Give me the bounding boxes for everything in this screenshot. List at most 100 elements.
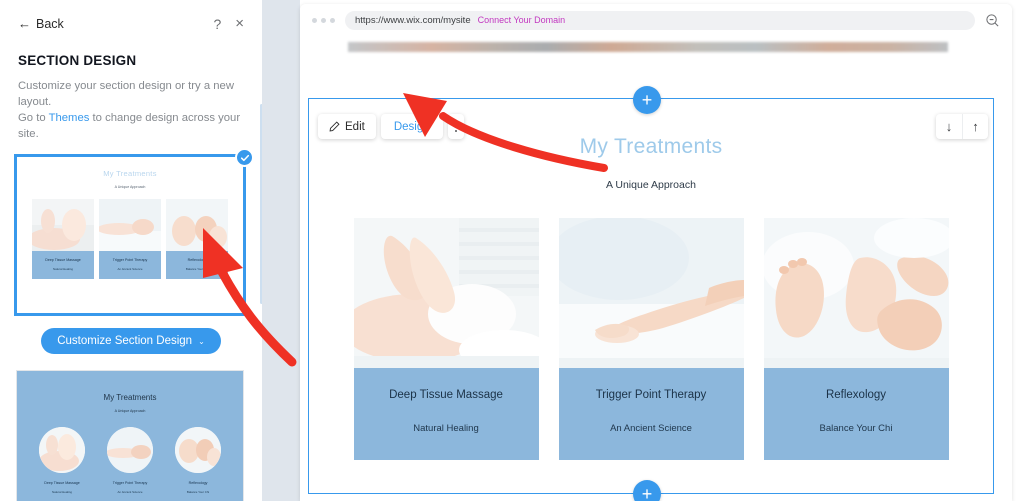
- thumb2-card: Reflexology Balance Your Chi: [173, 427, 223, 494]
- selected-section-frame[interactable]: My Treatments A Unique Approach Deep Tis…: [308, 98, 994, 494]
- thumb1-card: Deep Tissue Massage Natural Healing: [32, 199, 94, 279]
- trigger-point-therapy-photo: [558, 218, 744, 368]
- thumb1-card-caption: Trigger Point Therapy An Ancient Science: [99, 251, 161, 279]
- back-button[interactable]: ← Back: [18, 17, 64, 31]
- customize-button-label: Customize Section Design: [57, 335, 193, 347]
- section-design-panel: ← Back ? × SECTION DESIGN Customize your…: [0, 0, 262, 501]
- window-dot: [321, 17, 326, 23]
- thumb1-title: My Treatments: [103, 169, 157, 178]
- panel-top-bar: ← Back ? ×: [18, 16, 244, 31]
- panel-description-line2: Go to Themes to change design across you…: [18, 110, 244, 142]
- treatment-card-subtitle: An Ancient Science: [610, 423, 692, 434]
- thumb2-card-title: Trigger Point Therapy: [112, 481, 148, 485]
- thumb1-card: Reflexology Balance Your Chi: [166, 199, 228, 279]
- browser-toolbar: https://www.wix.com/mysite Connect Your …: [300, 4, 1012, 36]
- thumb1-card-subtitle: An Ancient Science: [117, 267, 143, 271]
- trigger-point-therapy-circle-image: [107, 427, 153, 473]
- thumb1-card-caption: Reflexology Balance Your Chi: [166, 251, 228, 279]
- thumb2-card: Deep Tissue Massage Natural Healing: [37, 427, 87, 494]
- connect-your-domain-link[interactable]: Connect Your Domain: [478, 15, 566, 25]
- thumb2-card-subtitle: Natural Healing: [52, 490, 72, 494]
- layout-thumbnail-preview[interactable]: My Treatments A Unique Approach Deep Tis…: [16, 370, 244, 501]
- edit-button[interactable]: Edit: [318, 114, 376, 139]
- add-section-button-bottom[interactable]: +: [633, 480, 661, 501]
- site-canvas: + My Treatments A Unique Approach Deep T…: [300, 36, 1012, 501]
- layout-option-2[interactable]: My Treatments A Unique Approach Deep Tis…: [16, 370, 246, 501]
- thumb1-card-caption: Deep Tissue Massage Natural Healing: [32, 251, 94, 279]
- back-button-label: Back: [36, 16, 64, 31]
- thumb2-subtitle: A Unique Approach: [114, 409, 146, 413]
- panel-description: Customize your section design or try a n…: [18, 78, 244, 142]
- deep-tissue-massage-photo: [353, 218, 539, 368]
- address-bar[interactable]: https://www.wix.com/mysite Connect Your …: [345, 10, 975, 30]
- customize-row: Customize Section Design ⌄: [16, 328, 246, 354]
- pencil-icon: [329, 121, 340, 132]
- thumb2-card: Trigger Point Therapy An Ancient Science: [105, 427, 155, 494]
- treatment-card-title: Deep Tissue Massage: [389, 389, 503, 401]
- reflexology-thumb-image: [166, 199, 228, 251]
- thumb2-card-subtitle: Balance Your Chi: [186, 490, 210, 494]
- window-dots: [312, 17, 335, 23]
- treatment-card-title: Reflexology: [825, 389, 887, 401]
- thumb2-title: My Treatments: [103, 393, 157, 402]
- thumb1-card-subtitle: Natural Healing: [53, 267, 73, 271]
- treatment-card-caption: Reflexology Balance Your Chi: [763, 368, 949, 460]
- kebab-menu-icon: [454, 120, 458, 133]
- desc-prefix: Go to: [18, 112, 49, 124]
- treatment-card-list: Deep Tissue Massage Natural Healing Trig…: [309, 218, 993, 460]
- thumb1-card-title: Trigger Point Therapy: [112, 258, 148, 262]
- thumb2-card-title: Reflexology: [188, 481, 208, 485]
- thumb1-subtitle: A Unique Approach: [114, 185, 146, 189]
- window-dot: [330, 17, 335, 23]
- zoom-out-icon[interactable]: [985, 13, 1000, 28]
- edit-button-label: Edit: [345, 120, 365, 133]
- customize-section-design-button[interactable]: Customize Section Design ⌄: [41, 328, 221, 354]
- panel-header: ← Back ? × SECTION DESIGN Customize your…: [0, 0, 262, 142]
- treatment-card[interactable]: Reflexology Balance Your Chi: [763, 218, 949, 460]
- design-button-label: Design: [393, 120, 430, 133]
- previous-section-strip: [348, 42, 948, 52]
- section-move-toolbar: ↓ ↑: [936, 114, 988, 139]
- back-arrow-icon: ←: [18, 16, 31, 31]
- treatment-card-title: Trigger Point Therapy: [595, 389, 707, 401]
- thumb2-card-row: Deep Tissue Massage Natural Healing Trig…: [17, 427, 243, 494]
- layout-thumbnail-preview[interactable]: My Treatments A Unique Approach Deep Tis…: [14, 154, 246, 316]
- trigger-point-therapy-thumb-image: [99, 199, 161, 251]
- design-button[interactable]: Design: [380, 114, 443, 139]
- thumb1-card: Trigger Point Therapy An Ancient Science: [99, 199, 161, 279]
- layout-option-1[interactable]: My Treatments A Unique Approach Deep Tis…: [14, 148, 254, 316]
- editor-gutter: [262, 0, 300, 501]
- more-options-button[interactable]: [447, 114, 465, 139]
- thumb1-card-row: Deep Tissue Massage Natural Healing Trig…: [17, 199, 243, 279]
- move-section-up-button[interactable]: ↑: [962, 114, 988, 139]
- section-subtitle: A Unique Approach: [606, 179, 696, 191]
- thumb2-card-subtitle: An Ancient Science: [117, 490, 143, 494]
- deep-tissue-massage-circle-image: [39, 427, 85, 473]
- wix-editor-screen: ← Back ? × SECTION DESIGN Customize your…: [0, 0, 1024, 501]
- reflexology-photo: [763, 218, 949, 368]
- chevron-down-icon: ⌄: [198, 336, 205, 346]
- selected-check-icon: [235, 148, 254, 167]
- site-preview-browser: https://www.wix.com/mysite Connect Your …: [300, 4, 1012, 501]
- thumb1-card-title: Deep Tissue Massage: [45, 258, 81, 262]
- themes-link[interactable]: Themes: [49, 112, 90, 124]
- window-dot: [312, 17, 317, 23]
- site-url: https://www.wix.com/mysite: [355, 14, 471, 26]
- layout-thumbnail-list: My Treatments A Unique Approach Deep Tis…: [0, 148, 262, 501]
- treatment-card-caption: Trigger Point Therapy An Ancient Science: [558, 368, 744, 460]
- thumb1-card-subtitle: Balance Your Chi: [185, 267, 209, 271]
- panel-description-line1: Customize your section design or try a n…: [18, 80, 234, 108]
- treatment-card[interactable]: Trigger Point Therapy An Ancient Science: [558, 218, 744, 460]
- move-section-down-button[interactable]: ↓: [936, 114, 962, 139]
- help-icon[interactable]: ?: [213, 17, 221, 31]
- treatment-card[interactable]: Deep Tissue Massage Natural Healing: [353, 218, 539, 460]
- treatment-card-caption: Deep Tissue Massage Natural Healing: [353, 368, 539, 460]
- thumb2-card-title: Deep Tissue Massage: [44, 481, 80, 485]
- add-section-button-top[interactable]: +: [633, 86, 661, 114]
- thumb1-card-title: Reflexology: [187, 258, 207, 262]
- reflexology-circle-image: [175, 427, 221, 473]
- page-title: SECTION DESIGN: [18, 53, 137, 68]
- close-icon[interactable]: ×: [235, 16, 244, 31]
- treatment-card-subtitle: Natural Healing: [413, 423, 479, 434]
- treatment-card-subtitle: Balance Your Chi: [819, 423, 893, 434]
